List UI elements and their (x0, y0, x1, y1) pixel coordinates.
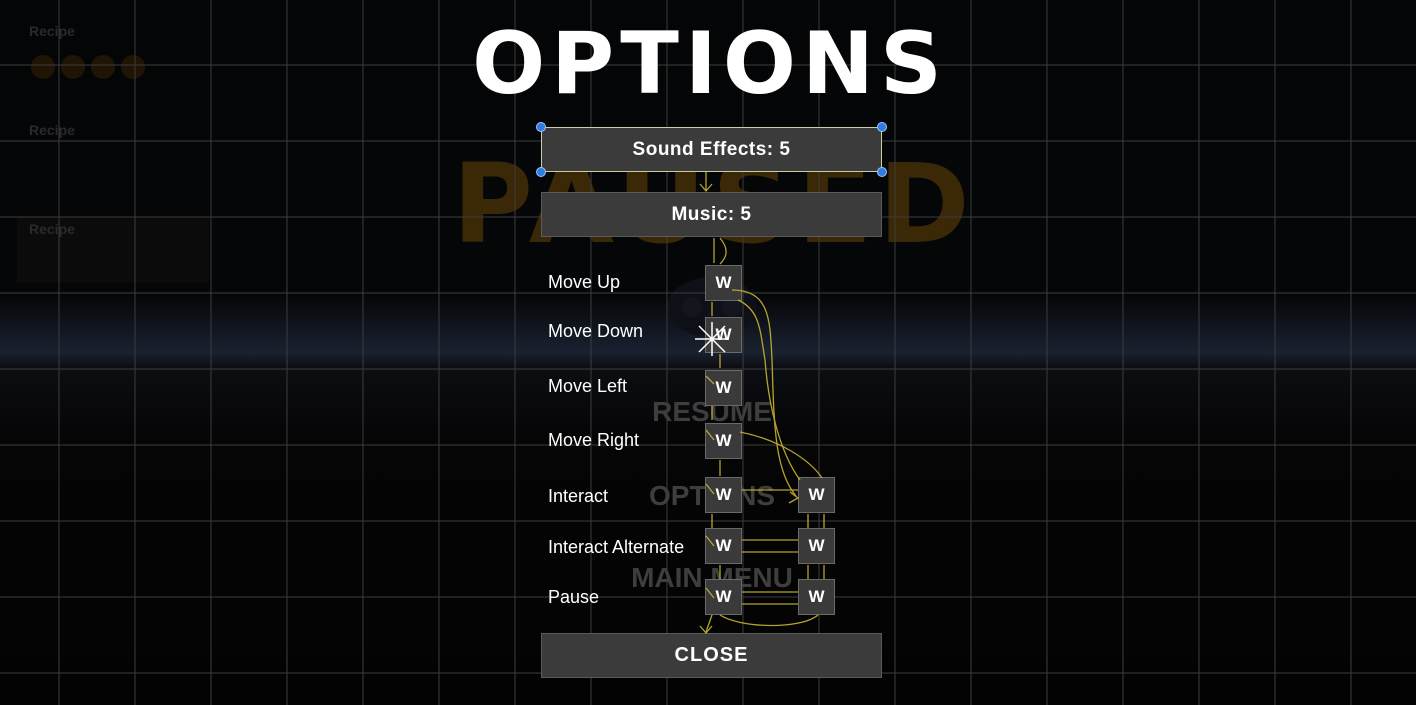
interact-gamepad-button[interactable]: W (798, 477, 835, 513)
recipe-ingredients (31, 55, 145, 79)
binding-label-interact: Interact (548, 486, 609, 506)
interact-alternate-key-button[interactable]: W (705, 528, 742, 564)
binding-label-pause: Pause (548, 587, 600, 607)
close-button[interactable]: CLOSE (541, 633, 882, 678)
interact-key-button[interactable]: W (705, 477, 742, 513)
binding-label-move-right: Move Right (548, 430, 640, 450)
interact-alternate-gamepad-button[interactable]: W (798, 528, 835, 564)
move-down-key-button[interactable]: W (705, 317, 742, 353)
move-right-key-button[interactable]: W (705, 423, 742, 459)
recipe-title: Recipe (29, 221, 75, 237)
ingredient-icon (31, 55, 55, 79)
pause-key-button[interactable]: W (705, 579, 742, 615)
move-up-key-button[interactable]: W (705, 265, 742, 301)
binding-label-move-left: Move Left (548, 376, 628, 396)
selection-handle[interactable] (536, 122, 546, 132)
music-button[interactable]: Music: 5 (541, 192, 882, 237)
move-left-key-button[interactable]: W (705, 370, 742, 406)
recipe-card: Recipe (17, 19, 209, 85)
ingredient-icon (61, 55, 85, 79)
binding-label-move-up: Move Up (548, 272, 621, 292)
selection-handle[interactable] (536, 167, 546, 177)
selection-handle[interactable] (877, 122, 887, 132)
pause-gamepad-button[interactable]: W (798, 579, 835, 615)
game-screen: Recipe Recipe Recipe PAUSED RESUME OPTIO… (0, 0, 1416, 705)
selection-handle[interactable] (877, 167, 887, 177)
recipe-title: Recipe (29, 122, 75, 138)
options-title: OPTIONS (472, 14, 948, 114)
ingredient-icon (91, 55, 115, 79)
recipe-title: Recipe (29, 23, 75, 39)
binding-label-move-down: Move Down (548, 321, 644, 341)
recipe-card: Recipe (17, 217, 209, 283)
sound-effects-button[interactable]: Sound Effects: 5 (541, 127, 882, 172)
binding-label-interact-alternate: Interact Alternate (548, 537, 685, 557)
ingredient-icon (121, 55, 145, 79)
recipe-card: Recipe (17, 118, 209, 184)
